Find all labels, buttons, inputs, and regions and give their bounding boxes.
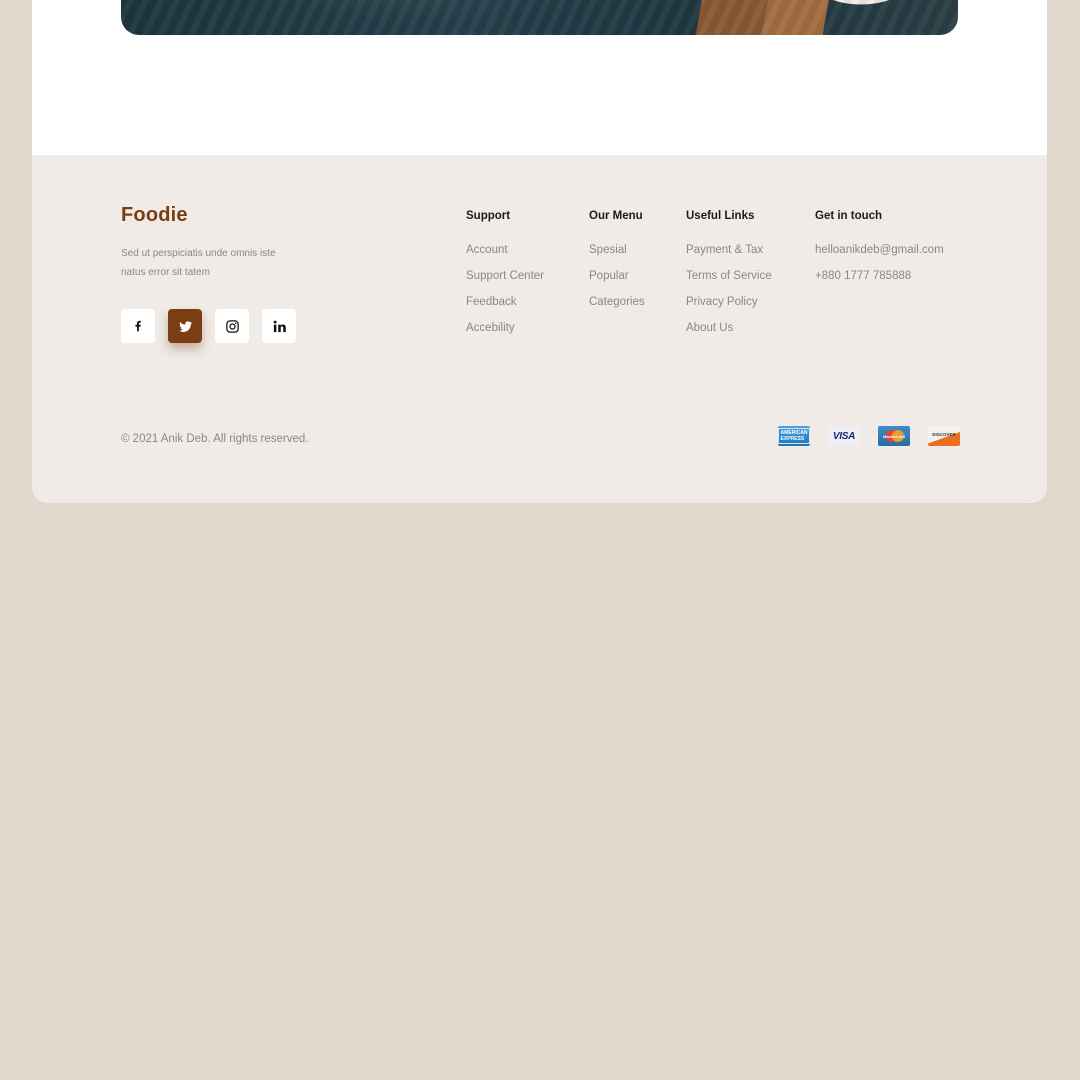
useful-links-column: Useful Links Payment & Tax Terms of Serv… xyxy=(686,210,772,348)
discover-card-icon: DISCOVER xyxy=(928,426,960,446)
contact-email[interactable]: helloanikdeb@gmail.com xyxy=(815,244,944,270)
payment-methods: AMERICAN EXPRESS VISA MasterCard DISCOVE… xyxy=(778,426,960,446)
instagram-button[interactable] xyxy=(215,309,249,343)
linkedin-icon xyxy=(273,320,286,332)
menu-column: Our Menu Spesial Popular Categories xyxy=(589,210,645,322)
footer-link-account[interactable]: Account xyxy=(466,244,544,270)
twitter-button[interactable] xyxy=(168,309,202,343)
useful-links: Payment & Tax Terms of Service Privacy P… xyxy=(686,244,772,348)
instagram-icon xyxy=(225,319,239,333)
visa-card-label: VISA xyxy=(832,430,856,442)
footer-brand-logo[interactable]: Foodie xyxy=(121,204,188,227)
contact-column: Get in touch helloanikdeb@gmail.com +880… xyxy=(815,210,944,296)
site-footer: Foodie Sed ut perspiciatis unde omnis is… xyxy=(32,155,1047,503)
contact-column-title: Get in touch xyxy=(815,210,883,222)
footer-link-categories[interactable]: Categories xyxy=(589,296,645,322)
footer-link-feedback[interactable]: Feedback xyxy=(466,296,544,322)
support-links: Account Support Center Feedback Accebili… xyxy=(466,244,544,348)
mastercard-card-label: MasterCard xyxy=(882,433,905,439)
twitter-icon xyxy=(178,320,192,332)
contact-phone[interactable]: +880 1777 785888 xyxy=(815,270,944,296)
copyright-text: © 2021 Anik Deb. All rights reserved. xyxy=(121,433,309,445)
footer-link-popular[interactable]: Popular xyxy=(589,270,645,296)
footer-link-payment-tax[interactable]: Payment & Tax xyxy=(686,244,772,270)
hero-food-image xyxy=(121,0,958,35)
page-card: Foodie Sed ut perspiciatis unde omnis is… xyxy=(32,0,1047,503)
facebook-button[interactable] xyxy=(121,309,155,343)
footer-brand-description: Sed ut perspiciatis unde omnis iste natu… xyxy=(121,248,276,278)
facebook-icon xyxy=(135,320,141,332)
visa-card-icon: VISA xyxy=(828,426,860,446)
amex-card-icon: AMERICAN EXPRESS xyxy=(778,426,810,446)
footer-link-spesial[interactable]: Spesial xyxy=(589,244,645,270)
useful-links-column-title: Useful Links xyxy=(686,210,755,222)
support-column: Support Account Support Center Feedback … xyxy=(466,210,544,348)
amex-card-label: AMERICAN EXPRESS xyxy=(778,428,810,444)
menu-column-title: Our Menu xyxy=(589,210,643,222)
support-column-title: Support xyxy=(466,210,511,222)
mastercard-card-icon: MasterCard xyxy=(878,426,910,446)
footer-link-privacy-policy[interactable]: Privacy Policy xyxy=(686,296,772,322)
footer-link-accebility[interactable]: Accebility xyxy=(466,322,544,348)
footer-link-support-center[interactable]: Support Center xyxy=(466,270,544,296)
social-links xyxy=(121,309,296,343)
footer-link-terms-of-service[interactable]: Terms of Service xyxy=(686,270,772,296)
linkedin-button[interactable] xyxy=(262,309,296,343)
footer-link-about-us[interactable]: About Us xyxy=(686,322,772,348)
contact-details: helloanikdeb@gmail.com +880 1777 785888 xyxy=(815,244,944,296)
menu-links: Spesial Popular Categories xyxy=(589,244,645,322)
hero-image-texture xyxy=(121,0,958,35)
discover-card-label: DISCOVER xyxy=(932,431,956,437)
